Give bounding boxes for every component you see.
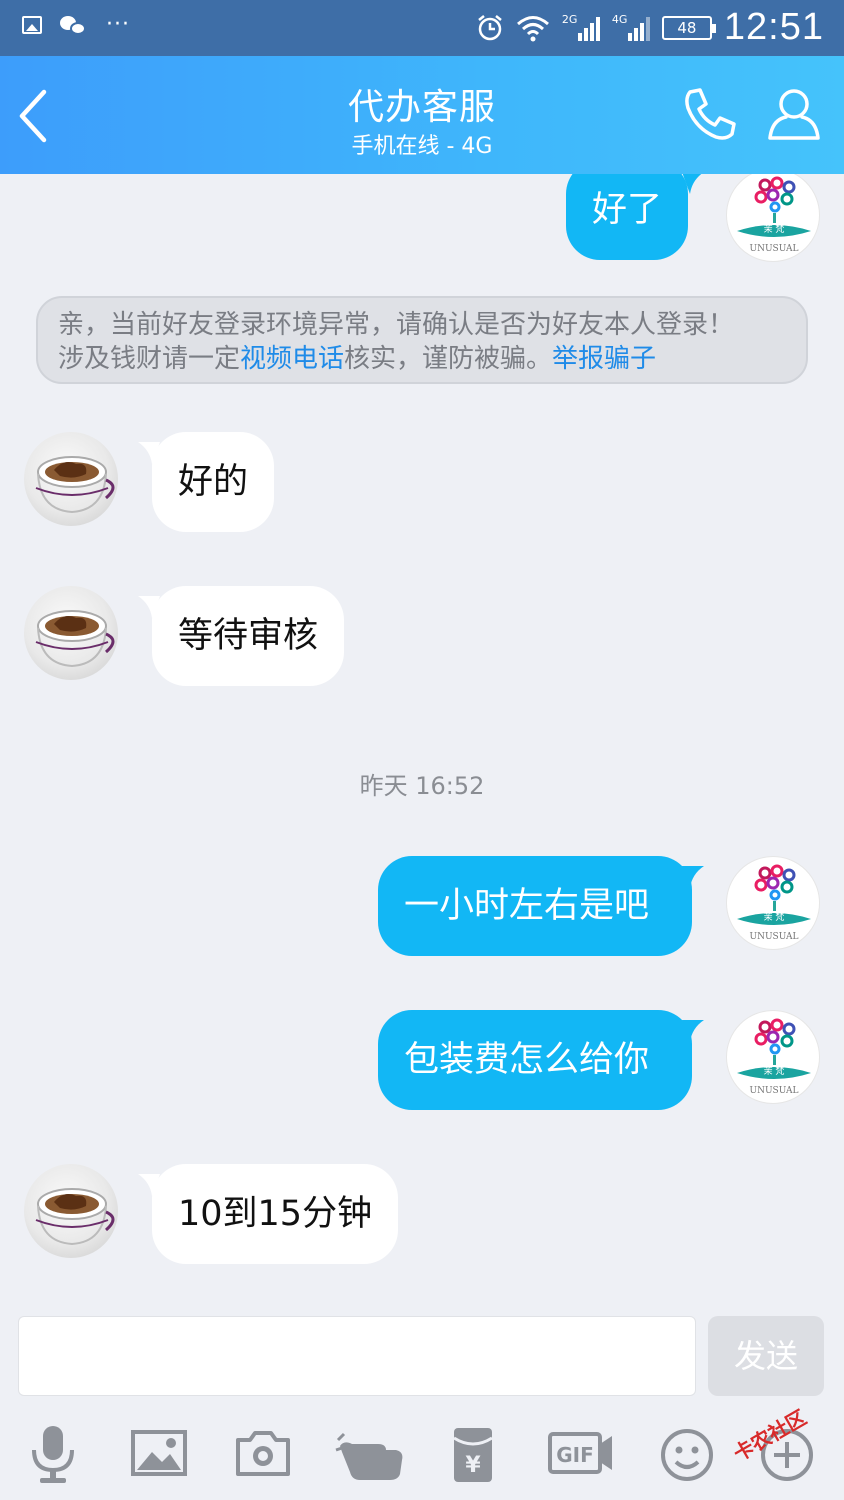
notice-line-1: 亲，当前好友登录环境异常，请确认是否为好友本人登录！ (58, 310, 735, 340)
more-dots-icon: ··· (106, 12, 130, 37)
notice-line-2: 涉及钱财请一定视频电话核实，谨防被骗。举报骗子 (58, 344, 657, 374)
profile-button[interactable] (764, 84, 824, 144)
gif-icon[interactable]: GIF (546, 1420, 618, 1486)
svg-text:¥: ¥ (465, 1453, 481, 1478)
camera-icon[interactable] (230, 1420, 296, 1486)
svg-text:GIF: GIF (556, 1443, 594, 1467)
input-toolbar: ¥ GIF (0, 1410, 844, 1500)
svg-text:茉 梵: 茉 梵 (764, 911, 785, 923)
my-avatar[interactable]: 茉 梵 UNUSUAL (726, 856, 820, 950)
my-avatar[interactable]: 茉 梵 UNUSUAL (726, 174, 820, 262)
send-button[interactable]: 发送 (708, 1316, 824, 1396)
message-bubble-outgoing[interactable]: 包装费怎么给你 (378, 1010, 692, 1110)
message-list[interactable]: 好了 茉 梵 UNUSUAL 亲，当前好友登录环境异常，请确认是否为好友本人登录… (0, 174, 844, 1300)
contact-avatar[interactable] (24, 432, 118, 526)
picture-icon (22, 16, 42, 34)
bubble-tail (682, 174, 702, 194)
call-button[interactable] (680, 84, 740, 144)
emoji-icon[interactable] (654, 1420, 720, 1486)
message-bubble-incoming[interactable]: 等待审核 (152, 586, 345, 686)
user-icon (768, 89, 820, 140)
contact-avatar[interactable] (24, 586, 118, 680)
report-scammer-link[interactable]: 举报骗子 (552, 344, 656, 374)
clock: 12:51 (723, 6, 824, 48)
svg-text:UNUSUAL: UNUSUAL (750, 932, 799, 942)
contact-avatar[interactable] (24, 1164, 118, 1258)
microphone-icon[interactable] (20, 1420, 86, 1486)
phone-icon (685, 88, 736, 140)
status-bar: ··· 2G 4G 48 12:51 (0, 0, 844, 56)
signal-2g-icon: 2G (562, 13, 600, 43)
message-bubble-incoming[interactable]: 好的 (152, 432, 275, 532)
message-bubble-outgoing[interactable]: 一小时左右是吧 (378, 856, 692, 956)
brand-logo: 茉 梵 UNUSUAL (737, 176, 811, 254)
message-bubble-outgoing[interactable]: 好了 (566, 174, 689, 260)
hand-poke-icon[interactable] (334, 1420, 406, 1486)
battery-icon: 48 (661, 15, 716, 40)
wechat-icon (60, 14, 88, 36)
image-icon[interactable] (126, 1420, 192, 1486)
alarm-icon (478, 14, 502, 40)
svg-text:茉 梵: 茉 梵 (764, 1065, 785, 1077)
my-avatar[interactable]: 茉 梵 UNUSUAL (726, 1010, 820, 1104)
message-bubble-incoming[interactable]: 10到15分钟 (152, 1164, 399, 1264)
bubble-tail (682, 1020, 704, 1042)
video-call-link[interactable]: 视频电话 (240, 344, 344, 374)
security-notice: 亲，当前好友登录环境异常，请确认是否为好友本人登录！ 涉及钱财请一定视频电话核实… (36, 296, 808, 384)
chat-header: 代办客服 手机在线 - 4G (0, 56, 844, 174)
svg-text:UNUSUAL: UNUSUAL (750, 244, 799, 254)
signal-4g-icon: 4G (612, 13, 650, 43)
svg-text:UNUSUAL: UNUSUAL (750, 1086, 799, 1096)
svg-text:茉 梵: 茉 梵 (764, 223, 785, 235)
message-timestamp: 昨天 16:52 (359, 772, 485, 800)
bubble-tail (682, 866, 704, 888)
message-input[interactable] (18, 1316, 696, 1396)
wifi-icon (516, 15, 549, 41)
red-packet-icon[interactable]: ¥ (440, 1420, 506, 1486)
